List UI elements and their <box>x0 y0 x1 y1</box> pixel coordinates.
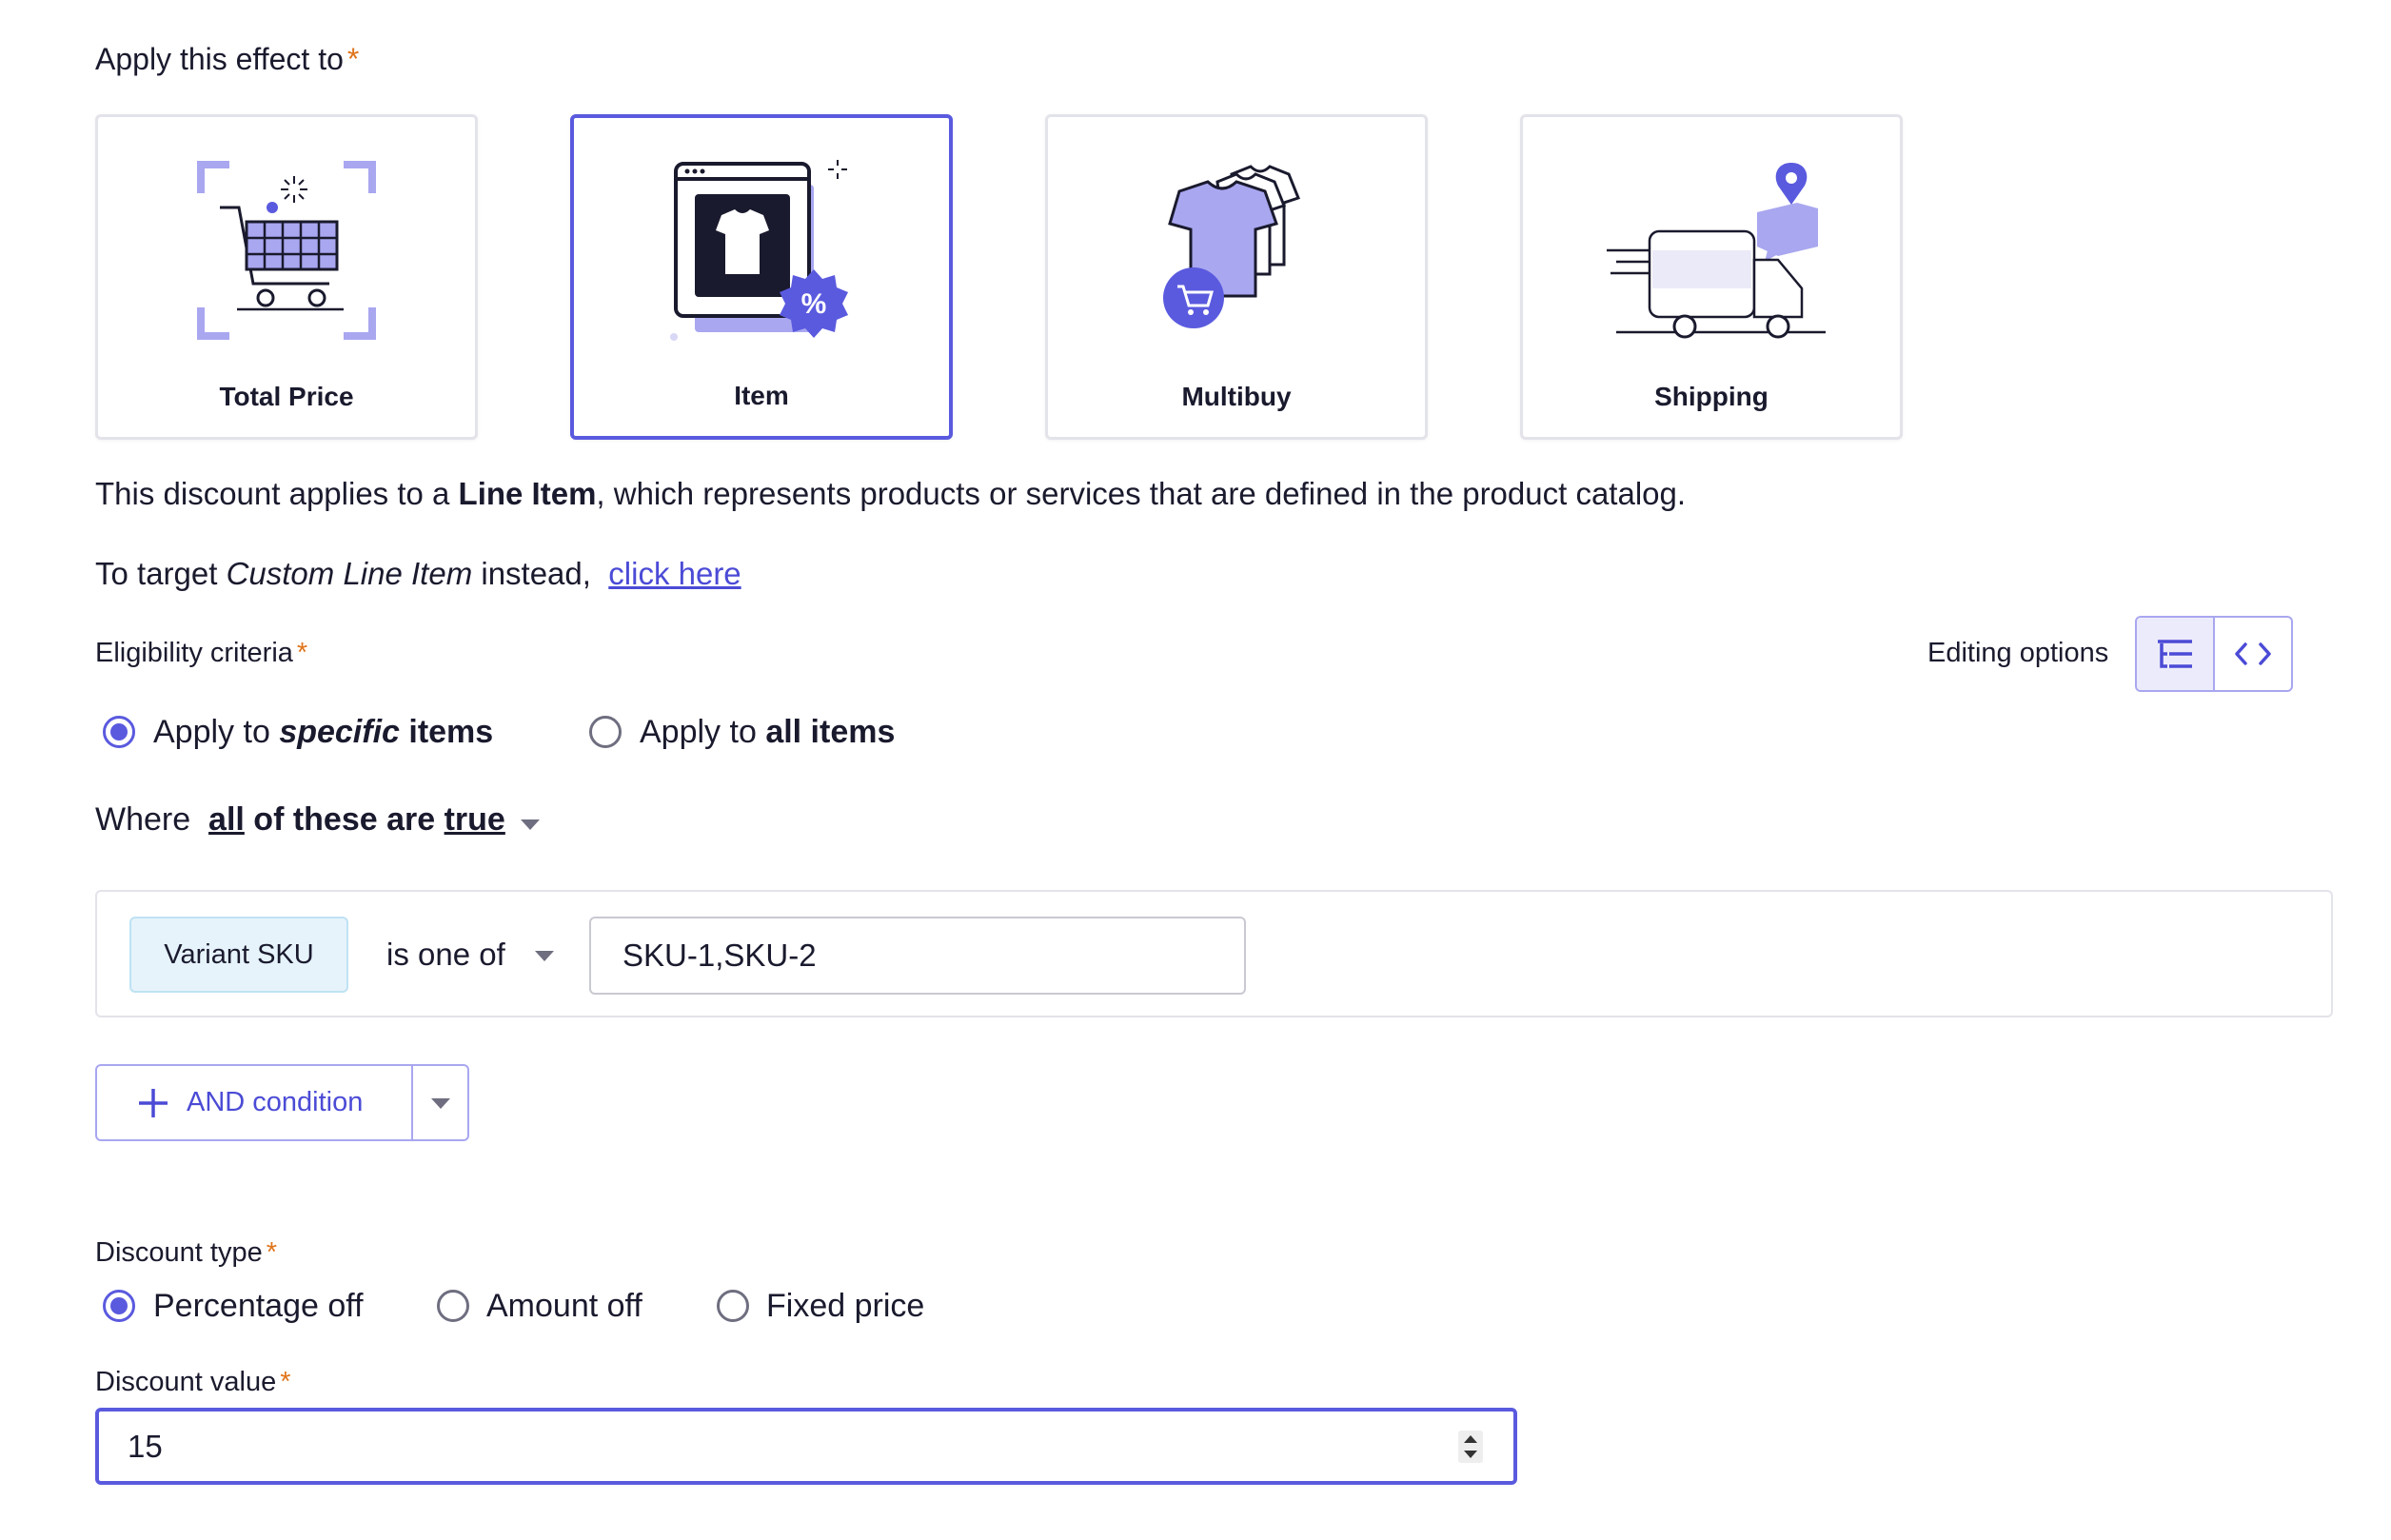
scope-prefix: Apply to <box>640 714 766 750</box>
amount-off-radio[interactable] <box>437 1290 469 1322</box>
chevron-down-icon[interactable] <box>521 819 540 830</box>
fixed-price-radio[interactable] <box>717 1290 749 1322</box>
description-bold: Line Item <box>458 476 597 511</box>
custom-target-prefix: To target <box>95 556 227 591</box>
delivery-truck-icon <box>1607 163 1826 339</box>
code-icon[interactable] <box>2215 618 2291 690</box>
apply-all-items-radio[interactable] <box>589 716 622 748</box>
effect-card-label: Shipping <box>1654 382 1769 411</box>
editing-options-label: Editing options <box>1927 638 2109 668</box>
click-here-link[interactable]: click here <box>608 556 741 591</box>
where-middle: of these are <box>244 801 445 838</box>
discount-value-input[interactable]: 15 <box>95 1408 1517 1485</box>
apply-effect-label-text: Apply this effect to <box>95 42 344 76</box>
stepper-down-icon[interactable] <box>1464 1451 1477 1458</box>
amount-off-label[interactable]: Amount off <box>486 1288 642 1325</box>
eligibility-label-text: Eligibility criteria <box>95 638 293 668</box>
and-condition-button[interactable]: AND condition <box>97 1066 413 1139</box>
apply-all-items-label[interactable]: Apply to all items <box>640 714 895 751</box>
eligibility-label: Eligibility criteria * <box>95 638 307 669</box>
condition-operator[interactable]: is one of <box>386 937 505 973</box>
required-mark: * <box>296 638 308 668</box>
scope-bold: all items <box>765 714 896 750</box>
effect-card-item[interactable]: % Item <box>570 114 953 440</box>
shirts-stack-icon <box>1163 165 1300 328</box>
shopping-cart-icon <box>197 161 376 340</box>
editing-options-toggle <box>2135 616 2293 692</box>
custom-target-text: To target Custom Line Item instead, clic… <box>95 556 741 592</box>
effect-card-label: Multibuy <box>1181 382 1292 411</box>
required-mark: * <box>266 1237 277 1268</box>
plus-icon <box>139 1088 168 1117</box>
custom-target-italic: Custom Line Item <box>226 556 473 591</box>
stepper-up-icon[interactable] <box>1464 1435 1477 1443</box>
effect-card-multibuy[interactable]: Multibuy <box>1045 114 1428 440</box>
discount-type-label: Discount type * <box>95 1237 277 1269</box>
scope-emph: specific <box>279 714 400 750</box>
and-condition-label: AND condition <box>187 1087 364 1117</box>
line-item-description: This discount applies to a Line Item, wh… <box>95 476 1686 512</box>
description-prefix: This discount applies to a <box>95 476 459 511</box>
percentage-off-radio[interactable] <box>103 1290 135 1322</box>
effect-card-shipping[interactable]: Shipping <box>1520 114 1903 440</box>
chevron-down-icon[interactable] <box>535 951 554 961</box>
svg-text:%: % <box>801 288 827 320</box>
required-mark: * <box>280 1367 291 1397</box>
discount-value-text: 15 <box>128 1428 163 1464</box>
apply-specific-items-label[interactable]: Apply to specific items <box>153 714 493 751</box>
description-suffix: , which represents products or services … <box>596 476 1687 511</box>
required-mark: * <box>346 42 360 76</box>
apply-specific-items-radio[interactable] <box>103 716 135 748</box>
percentage-off-label[interactable]: Percentage off <box>153 1288 364 1325</box>
apply-effect-label: Apply this effect to * <box>95 42 359 77</box>
and-condition-dropdown[interactable] <box>413 1066 467 1139</box>
discount-value-label: Discount value * <box>95 1367 291 1398</box>
where-logic-selector[interactable]: all of these are true <box>208 801 505 838</box>
number-stepper[interactable] <box>1458 1431 1483 1463</box>
fixed-price-label[interactable]: Fixed price <box>766 1288 924 1325</box>
where-clause: Where all of these are true <box>95 801 505 839</box>
effect-card-label: Total Price <box>219 382 354 411</box>
condition-row: Variant SKU is one of SKU-1,SKU-2 <box>95 890 2333 1017</box>
tshirt-percent-icon: % <box>670 160 848 341</box>
condition-field-chip[interactable]: Variant SKU <box>129 917 348 993</box>
condition-value-input[interactable]: SKU-1,SKU-2 <box>589 917 1246 995</box>
effect-card-label: Item <box>734 381 789 410</box>
discount-type-label-text: Discount type <box>95 1237 263 1268</box>
custom-target-suffix: instead, <box>472 556 591 591</box>
add-condition-split-button: AND condition <box>95 1064 469 1141</box>
where-true: true <box>444 801 505 838</box>
where-all: all <box>208 801 245 838</box>
chevron-down-icon <box>431 1098 450 1109</box>
discount-value-label-text: Discount value <box>95 1367 277 1397</box>
scope-prefix: Apply to <box>153 714 280 750</box>
effect-card-total-price[interactable]: Total Price <box>95 114 478 440</box>
where-label: Where <box>95 801 191 838</box>
scope-bold: items <box>399 714 494 750</box>
list-tree-icon[interactable] <box>2137 618 2215 690</box>
